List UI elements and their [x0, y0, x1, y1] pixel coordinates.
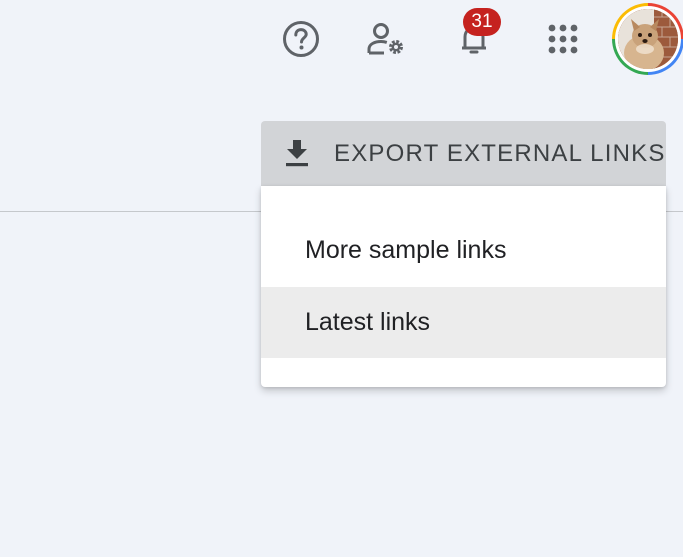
export-dropdown-menu: More sample links Latest links	[261, 186, 666, 387]
apps-grid-icon	[548, 24, 578, 54]
admin-settings-icon	[367, 23, 403, 55]
download-icon	[286, 140, 308, 167]
menu-item-latest-links[interactable]: Latest links	[261, 287, 666, 358]
avatar	[618, 9, 678, 69]
help-button[interactable]	[279, 17, 323, 61]
notification-count-badge: 31	[463, 8, 501, 36]
export-external-links-button[interactable]: EXPORT EXTERNAL LINKS	[261, 121, 666, 186]
apps-button[interactable]	[541, 17, 585, 61]
export-button-label: EXPORT EXTERNAL LINKS	[334, 140, 666, 167]
admin-settings-button[interactable]	[365, 17, 409, 61]
account-avatar-button[interactable]	[612, 3, 683, 75]
menu-item-more-sample-links[interactable]: More sample links	[261, 215, 666, 286]
help-circle-icon	[283, 21, 319, 57]
